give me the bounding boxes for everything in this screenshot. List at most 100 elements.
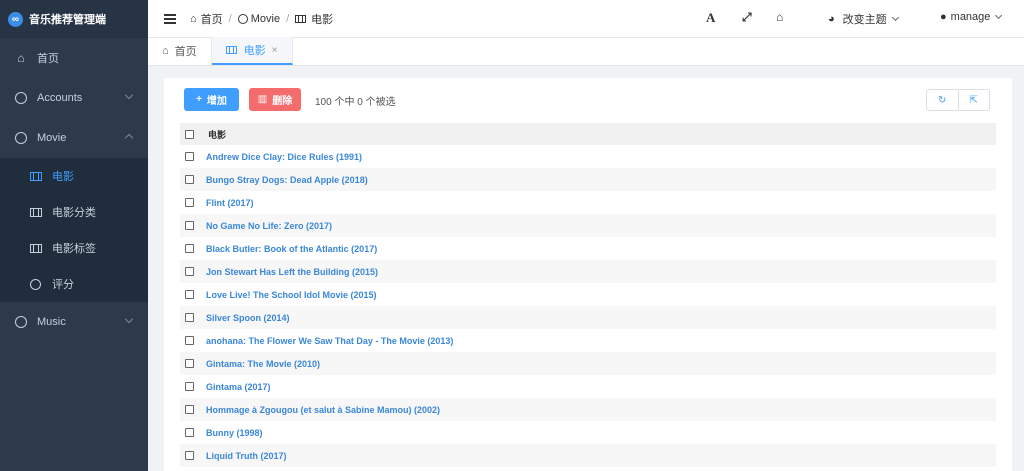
user-dropdown[interactable]: ● manage (940, 11, 1003, 23)
close-icon[interactable]: × (272, 45, 278, 56)
sidebar-subitem-label: 评分 (52, 279, 74, 291)
user-icon: ● (940, 11, 947, 23)
movie-link[interactable]: Bunny (1998) (206, 428, 263, 438)
home-icon: ⌂ (190, 12, 197, 25)
film-icon (295, 14, 307, 23)
sidebar-subitem-movie-tag[interactable]: 电影标签 (0, 230, 148, 266)
select-all-checkbox[interactable] (185, 129, 194, 139)
movie-link[interactable]: Gintama: The Movie (2010) (206, 359, 320, 369)
movie-link[interactable]: Silver Spoon (2014) (206, 313, 290, 323)
table-header: 电影 (180, 123, 996, 145)
movie-link[interactable]: Andrew Dice Clay: Dice Rules (1991) (206, 152, 362, 162)
sidebar-subitem-label: 电影分类 (52, 207, 96, 219)
sidebar-item-label: Movie (37, 132, 67, 144)
film-icon (225, 46, 237, 54)
tab-home[interactable]: ⌂ 首页 (148, 37, 212, 65)
table-row: anohana: The Flower We Saw That Day - Th… (180, 329, 996, 352)
delete-button[interactable]: ▥ 删除 (249, 88, 301, 111)
add-button[interactable]: + 增加 (184, 88, 239, 111)
circle-icon (237, 13, 248, 24)
hamburger-menu-icon[interactable] (164, 12, 176, 26)
row-checkbox[interactable] (185, 428, 194, 437)
row-checkbox[interactable] (185, 451, 194, 460)
sidebar-subitem-movie-category[interactable]: 电影分类 (0, 194, 148, 230)
sidebar-subitem-label: 电影标签 (52, 243, 96, 255)
sidebar-item-accounts[interactable]: Accounts (0, 78, 148, 118)
refresh-icon[interactable]: ↻ (927, 90, 958, 110)
movie-link[interactable]: Hommage à Zgougou (et salut à Sabine Mam… (206, 405, 440, 415)
movie-link[interactable]: Liquid Truth (2017) (206, 451, 287, 461)
circle-icon (30, 278, 41, 290)
tab-label: 首页 (174, 46, 197, 58)
table-row: Bungo Stray Dogs: Dead Apple (2018) (180, 168, 996, 191)
theme-dropdown[interactable]: ◕ 改变主题 (828, 11, 899, 27)
brand[interactable]: ∞ 音乐推荐管理端 (0, 0, 148, 38)
movie-submenu: 电影 电影分类 电影标签 评分 (0, 158, 148, 302)
infinity-logo-icon: ∞ (8, 11, 23, 27)
movie-link[interactable]: Gintama (2017) (206, 382, 271, 392)
film-icon (30, 171, 42, 181)
movie-link[interactable]: Flint (2017) (206, 198, 254, 208)
table-row: Gintama (2017) (180, 375, 996, 398)
row-checkbox[interactable] (185, 221, 194, 230)
sidebar-item-movie[interactable]: Movie (0, 118, 148, 158)
home-icon: ⌂ (162, 45, 169, 57)
brand-title: 音乐推荐管理端 (29, 14, 106, 26)
theme-label: 改变主题 (842, 14, 887, 26)
movie-link[interactable]: Bungo Stray Dogs: Dead Apple (2018) (206, 175, 368, 185)
movie-link[interactable]: Black Butler: Book of the Atlantic (2017… (206, 244, 377, 254)
sidebar-subitem-label: 电影 (52, 171, 74, 183)
plus-icon: + (196, 94, 202, 105)
chevron-down-icon (891, 13, 899, 22)
sidebar-item-home[interactable]: ⌂ 首页 (0, 38, 148, 78)
chevron-down-icon (124, 314, 134, 324)
table-row: Liquid Truth (2017) (180, 444, 996, 467)
breadcrumb-home[interactable]: 首页 (201, 11, 223, 27)
row-checkbox[interactable] (185, 359, 194, 368)
table-row: Jon Stewart Has Left the Building (2015) (180, 260, 996, 283)
sidebar-subitem-movie[interactable]: 电影 (0, 158, 148, 194)
breadcrumb: ⌂ 首页 / Movie / 电影 (190, 11, 333, 27)
movie-link[interactable]: Jon Stewart Has Left the Building (2015) (206, 267, 378, 277)
tab-bar: ⌂ 首页 电影 × (148, 37, 1024, 66)
breadcrumb-movie[interactable]: Movie (251, 13, 280, 25)
movie-link[interactable]: Love Live! The School Idol Movie (2015) (206, 290, 377, 300)
table-row: Silver Spoon (2014) (180, 306, 996, 329)
export-icon[interactable]: ⇱ (957, 90, 990, 110)
table-row: Hommage à Zgougou (et salut à Sabine Mam… (180, 398, 996, 421)
sidebar: ∞ 音乐推荐管理端 ⌂ 首页 Accounts Movie 电影 电影分类 电影… (0, 0, 148, 471)
row-checkbox[interactable] (185, 244, 194, 253)
top-header: ⌂ 首页 / Movie / 电影 A ⤢ ⌂ ◕ 改变主题 ● manage (148, 0, 1024, 38)
circle-icon (15, 316, 27, 328)
fullscreen-icon[interactable]: ⤢ (742, 10, 752, 25)
column-header-movie[interactable]: 电影 (208, 128, 226, 141)
table-row: Andrew Dice Clay: Dice Rules (1991) (180, 145, 996, 168)
trash-icon: ▥ (257, 94, 268, 105)
row-checkbox[interactable] (185, 290, 194, 299)
font-size-button[interactable]: A (706, 10, 715, 26)
row-checkbox[interactable] (185, 405, 194, 414)
content-panel: + 增加 ▥ 删除 100 个中 0 个被选 ↻ ⇱ 电影 Andrew Dic… (164, 78, 1012, 471)
row-checkbox[interactable] (185, 267, 194, 276)
movie-link[interactable]: No Game No Life: Zero (2017) (206, 221, 332, 231)
chevron-down-icon (124, 90, 134, 100)
breadcrumb-current: 电影 (311, 13, 334, 26)
film-icon (30, 207, 42, 217)
palette-icon: ◕ (828, 13, 835, 25)
row-checkbox[interactable] (185, 175, 194, 184)
table-toolbar: + 增加 ▥ 删除 100 个中 0 个被选 ↻ ⇱ (184, 88, 992, 112)
row-checkbox[interactable] (185, 152, 194, 161)
tab-movie[interactable]: 电影 × (211, 37, 293, 65)
sidebar-item-music[interactable]: Music (0, 302, 148, 342)
movie-link[interactable]: anohana: The Flower We Saw That Day - Th… (206, 336, 453, 346)
row-checkbox[interactable] (185, 336, 194, 345)
table-row: No Game No Life: Zero (2017) (180, 214, 996, 237)
row-checkbox[interactable] (185, 313, 194, 322)
row-checkbox[interactable] (185, 198, 194, 207)
add-button-label: 增加 (206, 96, 227, 107)
sidebar-subitem-rating[interactable]: 评分 (0, 266, 148, 302)
home-icon[interactable]: ⌂ (776, 10, 783, 24)
row-checkbox[interactable] (185, 382, 194, 391)
selection-info: 100 个中 0 个被选 (315, 97, 396, 108)
sidebar-item-label: 首页 (37, 53, 59, 65)
